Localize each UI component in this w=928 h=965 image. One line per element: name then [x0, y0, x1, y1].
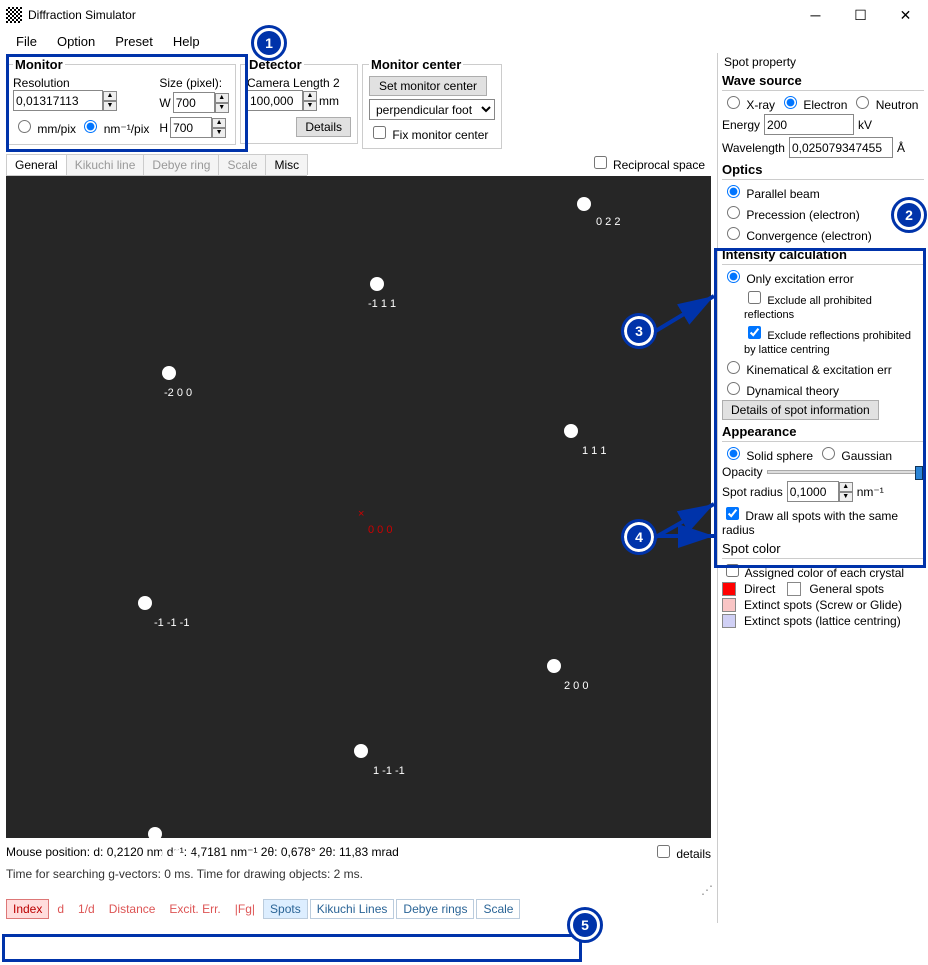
diffraction-spot[interactable]: [138, 596, 152, 610]
tab-kikuchi-line[interactable]: Kikuchi line: [66, 154, 145, 175]
title-bar: Diffraction Simulator ─ ☐ ✕: [0, 0, 928, 30]
annotation-arrow-3: [654, 292, 724, 345]
tab-misc[interactable]: Misc: [265, 154, 308, 175]
tab-debye-ring[interactable]: Debye ring: [143, 154, 219, 175]
extinct-lattice-color-box[interactable]: [722, 614, 736, 628]
monitor-center-legend: Monitor center: [369, 57, 463, 72]
energy-label: Energy: [722, 118, 760, 132]
annotation-box-5: [2, 934, 582, 962]
general-label: General spots: [809, 582, 884, 596]
parallel-beam-radio[interactable]: Parallel beam: [722, 182, 820, 201]
fix-monitor-center[interactable]: Fix monitor center: [369, 128, 488, 142]
convergence-radio[interactable]: Convergence (electron): [722, 224, 872, 243]
annotation-box-2: [714, 248, 926, 568]
menu-preset[interactable]: Preset: [107, 32, 161, 51]
spot-label: -2 0 0: [164, 387, 192, 399]
direct-color-box[interactable]: [722, 582, 736, 596]
close-button[interactable]: ✕: [883, 0, 928, 30]
annotation-badge-5: 5: [570, 910, 600, 940]
direct-label: Direct: [744, 582, 775, 596]
set-monitor-center-button[interactable]: Set monitor center: [369, 76, 487, 96]
app-icon: [6, 7, 22, 23]
menu-bar: File Option Preset Help: [0, 30, 928, 53]
diffraction-spot[interactable]: [148, 827, 162, 841]
camlen-spin[interactable]: ▲▼: [303, 90, 317, 111]
wavelength-input[interactable]: [789, 137, 893, 158]
camlen-label: Camera Length 2: [247, 76, 351, 90]
foot-select[interactable]: perpendicular foot: [369, 99, 495, 120]
bottom-excit[interactable]: Excit. Err.: [163, 902, 226, 916]
camlen-input[interactable]: [247, 90, 303, 111]
extinct-screw-color-box[interactable]: [722, 598, 736, 612]
menu-option[interactable]: Option: [49, 32, 103, 51]
bottom-invd[interactable]: 1/d: [72, 902, 101, 916]
extinct-screw-label: Extinct spots (Screw or Glide): [744, 598, 902, 612]
wave-source-title: Wave source: [722, 71, 924, 91]
annotation-badge-2: 2: [894, 200, 924, 230]
diffraction-spot[interactable]: [370, 277, 384, 291]
diffraction-spot[interactable]: [577, 197, 591, 211]
diffraction-spot[interactable]: [354, 744, 368, 758]
diffraction-spot[interactable]: [564, 424, 578, 438]
spot-label: -1 1 1: [368, 298, 396, 310]
energy-unit: kV: [858, 118, 872, 132]
energy-input[interactable]: [764, 114, 854, 135]
camlen-unit: mm: [319, 94, 339, 108]
spot-label: 0 0 0: [368, 524, 392, 536]
spot-label: 0 2 2: [596, 216, 620, 228]
diffraction-spot[interactable]: [162, 366, 176, 380]
bottom-d[interactable]: d: [51, 902, 70, 916]
detector-legend: Detector: [247, 57, 304, 72]
diffraction-canvas[interactable]: 0 2 2 -1 1 1 -2 0 0 1 1 1 × 0 0 0 -1 -1 -1 2 0 …: [6, 176, 711, 838]
bottom-debye[interactable]: Debye rings: [396, 899, 474, 919]
general-color-box[interactable]: [787, 582, 801, 596]
spot-label: 0 -2 -2: [161, 848, 193, 860]
menu-help[interactable]: Help: [165, 32, 208, 51]
wavelength-label: Wavelength: [722, 141, 785, 155]
xray-radio[interactable]: X-ray: [722, 93, 775, 112]
detector-group: Detector Camera Length 2 ▲▼ mm Details: [240, 57, 358, 144]
electron-radio[interactable]: Electron: [779, 93, 847, 112]
tab-general[interactable]: General: [6, 154, 67, 175]
center-spot: ×: [358, 508, 364, 520]
spot-label: 1 1 1: [582, 445, 606, 457]
spot-label: 2 0 0: [564, 680, 588, 692]
precession-radio[interactable]: Precession (electron): [722, 203, 860, 222]
details-checkbox[interactable]: details: [653, 847, 711, 861]
diffraction-spot[interactable]: [547, 659, 561, 673]
bottom-kikuchi[interactable]: Kikuchi Lines: [310, 899, 395, 919]
monitor-center-group: Monitor center Set monitor center perpen…: [362, 57, 502, 149]
annotation-badge-4: 4: [624, 522, 654, 552]
annotation-badge-3: 3: [624, 316, 654, 346]
timing-status: Time for searching g-vectors: 0 ms. Time…: [6, 867, 711, 881]
menu-file[interactable]: File: [8, 32, 45, 51]
wavelength-unit: Å: [897, 141, 905, 155]
spot-label: 1 -1 -1: [373, 765, 405, 777]
annotation-arrow-4b: [654, 528, 724, 551]
neutron-radio[interactable]: Neutron: [851, 93, 918, 112]
detector-details-button[interactable]: Details: [296, 117, 351, 137]
reciprocal-space-checkbox[interactable]: Reciprocal space: [590, 153, 705, 172]
bottom-spots[interactable]: Spots: [263, 899, 308, 919]
spot-property-title: Spot property: [722, 53, 924, 69]
maximize-button[interactable]: ☐: [838, 0, 883, 30]
spot-label: -1 -1 -1: [154, 617, 189, 629]
minimize-button[interactable]: ─: [793, 0, 838, 30]
bottom-fg[interactable]: |Fg|: [229, 902, 261, 916]
window-title: Diffraction Simulator: [28, 8, 793, 22]
annotation-box-1: [6, 54, 248, 152]
bottom-distance[interactable]: Distance: [103, 902, 162, 916]
tab-scale[interactable]: Scale: [218, 154, 266, 175]
optics-title: Optics: [722, 160, 924, 180]
extinct-lattice-label: Extinct spots (lattice centring): [744, 614, 901, 628]
mouse-position-status: Mouse position: d: 0,2120 nm d⁻¹: 4,7181…: [6, 845, 399, 859]
resize-grip[interactable]: ⋰: [0, 883, 717, 897]
bottom-index[interactable]: Index: [6, 899, 49, 919]
bottom-scale[interactable]: Scale: [476, 899, 520, 919]
annotation-badge-1: 1: [254, 28, 284, 58]
